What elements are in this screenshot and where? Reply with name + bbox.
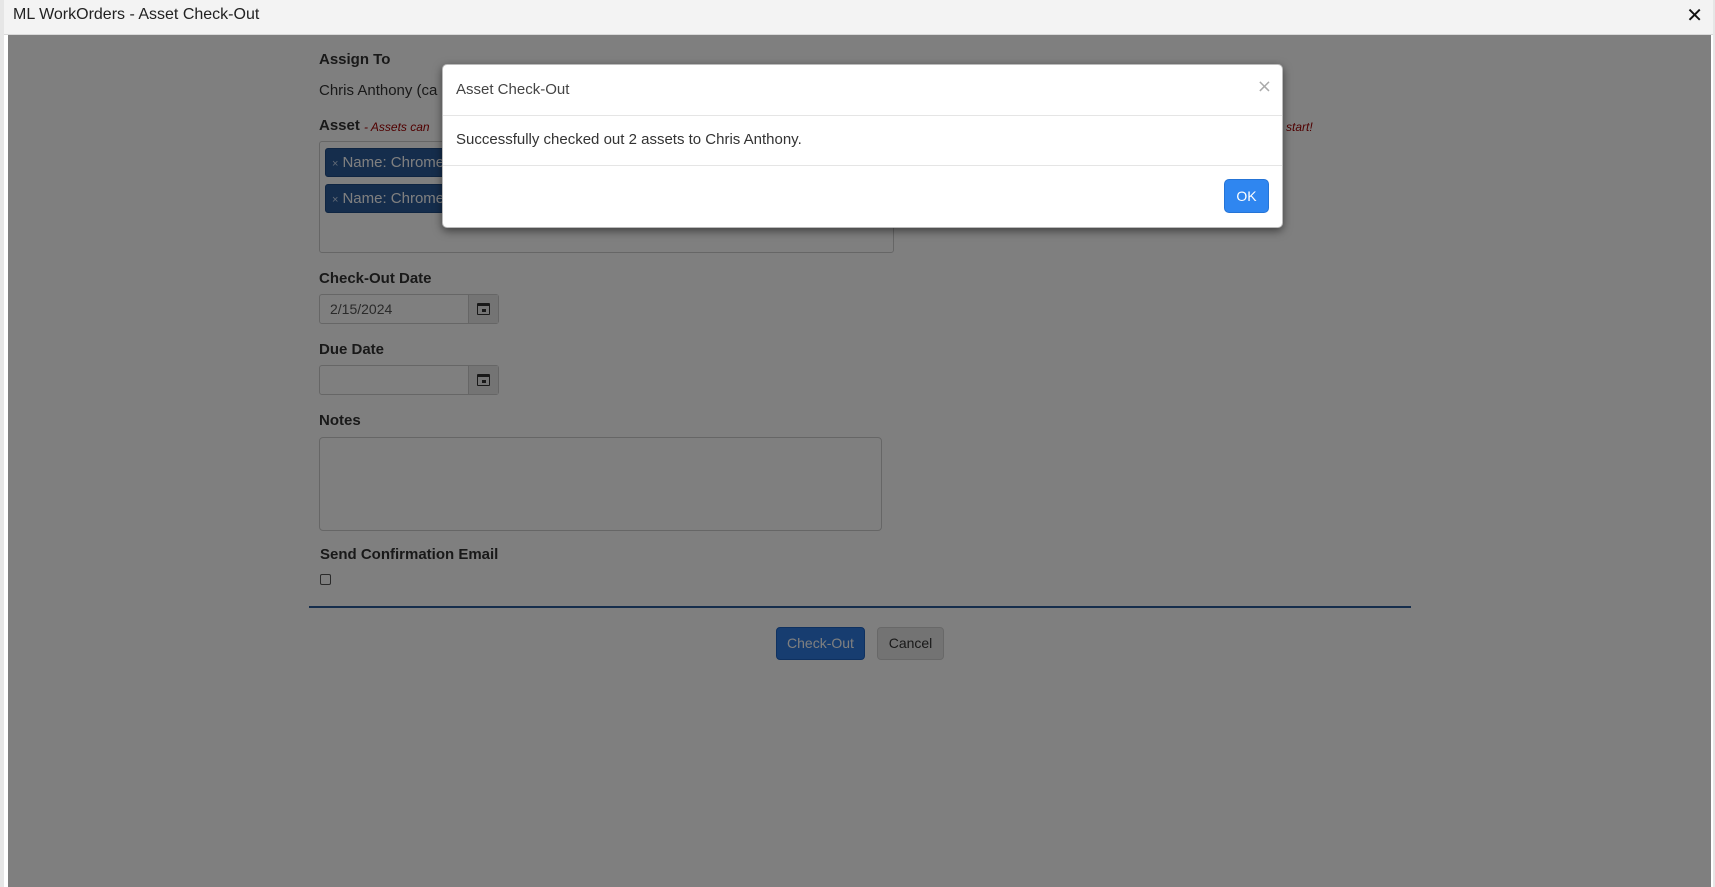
dialog-title: Asset Check-Out — [456, 81, 570, 98]
checkout-success-dialog: Asset Check-Out × Successfully checked o… — [442, 64, 1283, 228]
app-window: ML WorkOrders - Asset Check-Out ✕ Assign… — [0, 0, 1715, 887]
window-title: ML WorkOrders - Asset Check-Out — [13, 6, 260, 23]
window-close-icon[interactable]: ✕ — [1686, 3, 1703, 27]
ok-button[interactable]: OK — [1224, 179, 1269, 213]
dialog-message: Successfully checked out 2 assets to Chr… — [456, 131, 802, 148]
title-bar: ML WorkOrders - Asset Check-Out ✕ — [4, 0, 1713, 35]
dialog-header: Asset Check-Out × — [443, 65, 1282, 116]
dialog-close-icon[interactable]: × — [1257, 76, 1272, 97]
dialog-body: Successfully checked out 2 assets to Chr… — [443, 116, 1282, 166]
